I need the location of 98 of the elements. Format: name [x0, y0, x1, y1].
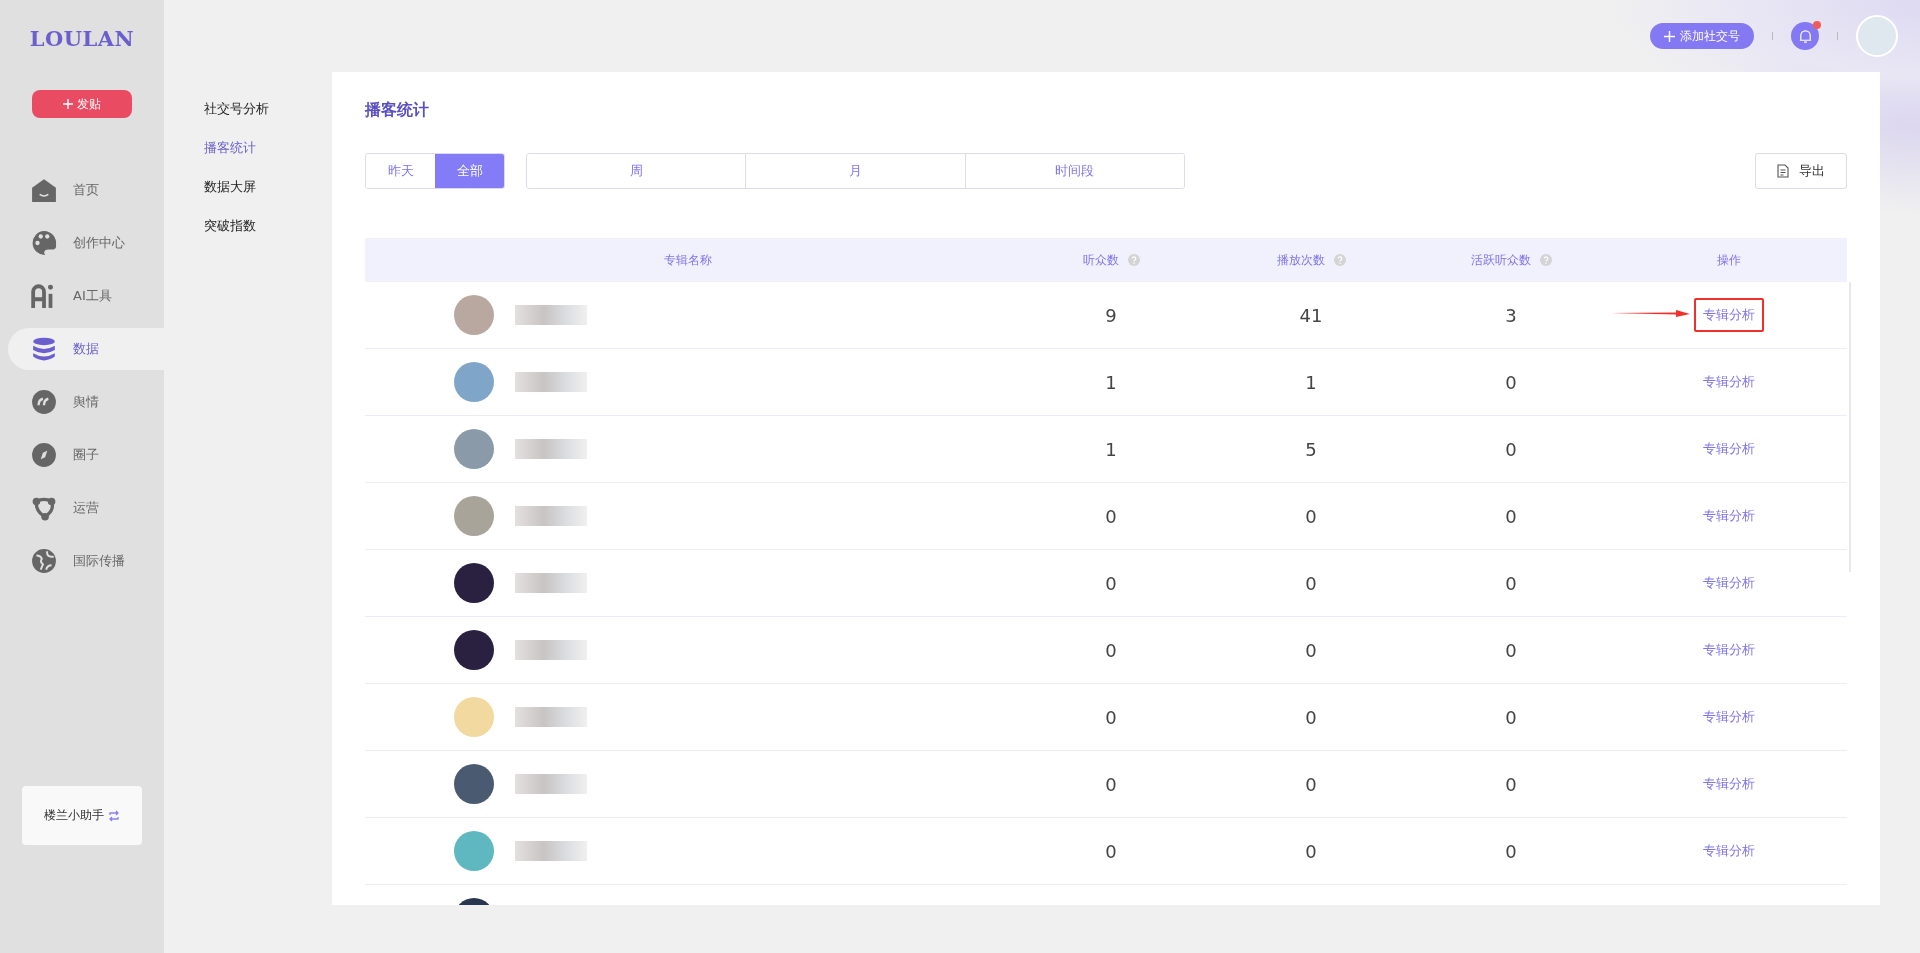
table-cell-text: 0: [1504, 772, 1518, 797]
nav-item[interactable]: 圈子: [8, 434, 164, 476]
table-cell-text: 41: [1298, 303, 1324, 328]
album-cover-placeholder: [454, 496, 494, 536]
blurred-album-name: [515, 506, 587, 526]
table-cell-text: 0: [1104, 772, 1118, 797]
table-cell-text: 0: [1504, 705, 1518, 730]
notification-button[interactable]: [1791, 22, 1819, 50]
album-analysis-link[interactable]: 专辑分析: [1695, 769, 1763, 799]
plus-icon: [1664, 30, 1675, 42]
album-analysis-link[interactable]: 专辑分析: [1695, 836, 1763, 866]
blurred-album-name: [515, 372, 587, 392]
table-cell-text: 9: [1104, 303, 1118, 328]
nav-item[interactable]: 数据: [8, 328, 164, 370]
table-cell-text: 0: [1504, 571, 1518, 596]
blurred-album-name: [515, 707, 587, 727]
table-cell-text: 3: [1504, 303, 1518, 328]
table-cell-text: 1: [1104, 437, 1118, 462]
logo: LOULAN: [29, 26, 135, 51]
table-cell-text: 0: [1304, 772, 1318, 797]
submenu-item[interactable]: 社交号分析: [204, 100, 332, 118]
submenu-item[interactable]: 数据大屏: [204, 178, 332, 196]
table-cell-text: 5: [1304, 437, 1318, 462]
quote-icon: [31, 389, 57, 415]
table-cell-text: 0: [1304, 839, 1318, 864]
palette-icon: [31, 230, 57, 256]
network-icon: [31, 495, 57, 521]
table-cell-text: 0: [1104, 504, 1118, 529]
table-cell-text: 0: [1304, 638, 1318, 663]
nav-item[interactable]: 国际传播: [8, 540, 164, 582]
album-analysis-link[interactable]: 专辑分析: [1695, 702, 1763, 732]
plus-icon: [63, 99, 73, 109]
table-cell-text: 0: [1104, 839, 1118, 864]
help-icon[interactable]: [1127, 254, 1140, 266]
album-cover-placeholder: [454, 764, 494, 804]
table-cell-text: 1: [1104, 370, 1118, 395]
database-icon: [31, 336, 57, 362]
nav-item[interactable]: 首页: [8, 169, 164, 211]
album-analysis-link[interactable]: 专辑分析: [1694, 298, 1764, 332]
submenu-item[interactable]: 播客统计: [204, 139, 332, 157]
table-cell-text: 0: [1104, 571, 1118, 596]
album-cover-placeholder: [454, 295, 494, 335]
user-avatar[interactable]: [1856, 15, 1898, 57]
period-tab[interactable]: 时间段: [964, 154, 1184, 188]
export-button[interactable]: 导出: [1755, 153, 1847, 189]
blurred-album-name: [515, 640, 587, 660]
submenu-item[interactable]: 突破指数: [204, 217, 332, 235]
blurred-album-name: [515, 573, 587, 593]
blurred-album-name: [515, 439, 587, 459]
page-title: 播客统计: [365, 100, 430, 121]
table-cell-text: 0: [1304, 705, 1318, 730]
table-cell-text: 0: [1104, 705, 1118, 730]
table-cell-text: 1: [1304, 370, 1318, 395]
globe-icon: [31, 548, 57, 574]
post-button[interactable]: 发贴: [32, 90, 132, 118]
compass-icon: [31, 442, 57, 468]
help-icon[interactable]: [1333, 254, 1346, 266]
table-cell-text: 0: [1104, 638, 1118, 663]
album-analysis-link[interactable]: 专辑分析: [1695, 501, 1763, 531]
table-cell-text: 0: [1504, 437, 1518, 462]
nav-item[interactable]: 舆情: [8, 381, 164, 423]
column-header: 播放次数: [1276, 251, 1325, 269]
nav-item[interactable]: 运营: [8, 487, 164, 529]
album-analysis-link[interactable]: 专辑分析: [1695, 635, 1763, 665]
column-header: 专辑名称: [664, 251, 712, 269]
swap-icon: [108, 809, 120, 822]
help-icon[interactable]: [1539, 254, 1552, 266]
range-tab[interactable]: 全部: [435, 154, 504, 188]
album-cover-placeholder: [454, 831, 494, 871]
export-label: 导出: [1799, 162, 1825, 180]
blurred-album-name: [515, 305, 587, 325]
album-cover-placeholder: [454, 362, 494, 402]
nav-item[interactable]: AI工具: [8, 275, 164, 317]
assistant-label: 楼兰小助手: [44, 807, 104, 824]
column-header: 活跃听众数: [1470, 251, 1531, 269]
blurred-album-name: [515, 841, 587, 861]
table-cell-text: 0: [1504, 839, 1518, 864]
column-header: 听众数: [1082, 251, 1119, 269]
table-cell-text: 0: [1304, 571, 1318, 596]
document-icon: [1777, 164, 1789, 178]
album-cover-placeholder: [454, 429, 494, 469]
album-cover-placeholder: [454, 697, 494, 737]
add-account-button[interactable]: 添加社交号: [1650, 23, 1754, 49]
album-cover-placeholder: [454, 563, 494, 603]
assistant-card[interactable]: 楼兰小助手: [22, 786, 142, 845]
bell-icon: [1797, 28, 1813, 44]
table-cell-text: 0: [1504, 504, 1518, 529]
album-cover-placeholder: [454, 630, 494, 670]
home-icon: [31, 177, 57, 203]
table-cell-text: 0: [1304, 504, 1318, 529]
album-analysis-link[interactable]: 专辑分析: [1695, 568, 1763, 598]
nav-item[interactable]: 创作中心: [8, 222, 164, 264]
table-cell-text: 0: [1504, 638, 1518, 663]
column-header: 操作: [1717, 251, 1741, 269]
album-analysis-link[interactable]: 专辑分析: [1695, 367, 1763, 397]
album-analysis-link[interactable]: 专辑分析: [1695, 434, 1763, 464]
blurred-album-name: [515, 774, 587, 794]
table-cell-text: 0: [1504, 370, 1518, 395]
